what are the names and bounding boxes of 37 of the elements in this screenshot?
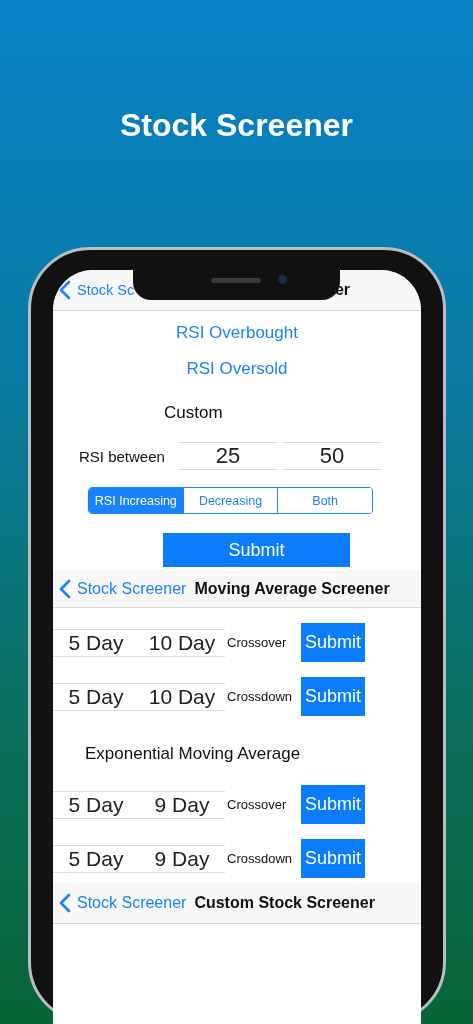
back-link[interactable]: Stock Screener [59, 578, 187, 599]
range-label: RSI between [79, 447, 166, 465]
section-heading: Custom [164, 402, 223, 424]
input-field[interactable]: 50 [283, 442, 381, 470]
preset-button[interactable]: RSI Oversold [182, 351, 292, 387]
input-field[interactable]: 25 [179, 442, 277, 470]
submit-button[interactable]: Submit [301, 839, 365, 878]
back-link[interactable]: Stock Sc [59, 280, 135, 300]
signal-label: Crossdown [227, 689, 294, 704]
input-field[interactable]: 9 Day [139, 790, 225, 819]
speaker-icon [211, 278, 261, 283]
chevron-left-icon [59, 280, 71, 300]
submit-button[interactable]: Submit [301, 623, 365, 662]
input-field[interactable]: 10 Day [139, 682, 225, 711]
signal-label: Crossdown [227, 851, 294, 866]
screen-title: Custom Stock Screener [194, 894, 375, 912]
signal-label: Crossover [227, 635, 288, 650]
chevron-left-icon [59, 893, 71, 913]
segment-tab[interactable]: Both [277, 488, 372, 513]
screen-title: Moving Average Screener [194, 579, 390, 598]
input-field[interactable]: 5 Day [53, 682, 139, 711]
preset-button[interactable]: RSI Overbought [172, 315, 302, 351]
camera-icon [278, 275, 287, 284]
segment-tab[interactable]: RSI Increasing [89, 488, 183, 513]
signal-label: Crossover [227, 797, 288, 812]
section-heading: Exponential Moving Average [85, 743, 301, 765]
submit-button[interactable]: Submit [301, 785, 365, 824]
input-field[interactable]: 5 Day [53, 844, 139, 873]
headline: Stock Screener [120, 106, 353, 144]
input-field[interactable]: 10 Day [139, 628, 225, 657]
submit-button[interactable]: Submit [163, 533, 350, 567]
chevron-left-icon [59, 578, 71, 599]
input-field[interactable]: 9 Day [139, 844, 225, 873]
back-link[interactable]: Stock Screener [59, 893, 187, 913]
submit-button[interactable]: Submit [301, 677, 365, 716]
input-field[interactable]: 5 Day [53, 790, 139, 819]
input-field[interactable]: 5 Day [53, 628, 139, 657]
